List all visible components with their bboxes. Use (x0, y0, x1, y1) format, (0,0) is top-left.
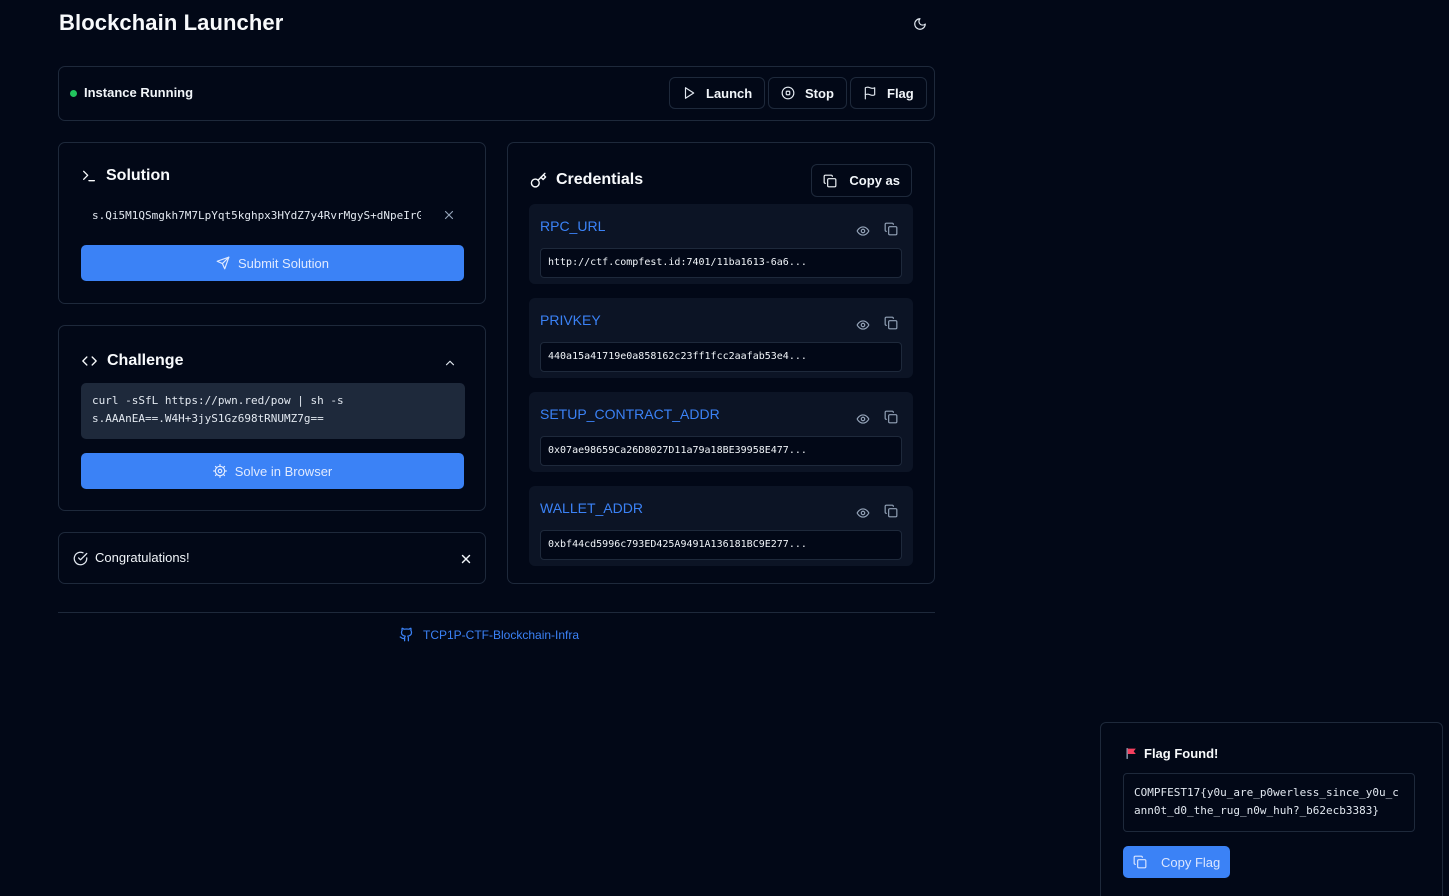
credential-privkey: PRIVKEY 440a15a41719e0a858162c23ff1fcc2a… (529, 298, 913, 378)
eye-icon[interactable] (856, 412, 870, 426)
copy-as-label: Copy as (849, 173, 900, 188)
gear-icon (212, 464, 227, 478)
credential-rpc-url: RPC_URL http://ctf.compfest.id:7401/11ba… (529, 204, 913, 284)
flag-icon (1126, 748, 1136, 759)
stop-circle-icon (781, 86, 795, 100)
solution-title: Solution (106, 167, 170, 184)
launch-button[interactable]: Launch (669, 77, 766, 109)
footer-divider (58, 612, 935, 613)
copy-icon (1133, 855, 1147, 869)
solve-in-browser-label: Solve in Browser (234, 463, 333, 479)
flag-button-label: Flag (887, 85, 914, 101)
solve-in-browser-button[interactable]: Solve in Browser (81, 453, 464, 489)
credential-wallet-addr: WALLET_ADDR 0xbf44cd5996c793ED425A9491A1… (529, 486, 913, 566)
code-icon (82, 356, 97, 366)
congratulations-alert: Congratulations! (58, 532, 486, 584)
flag-value[interactable]: COMPFEST17{y0u_are_p0werless_since_y0u_c… (1123, 773, 1415, 832)
toast-title: Flag Found! (1144, 746, 1219, 761)
credential-label: PRIVKEY (540, 312, 601, 328)
solution-input-value: s.Qi5M1QSmgkh7M7LpYqt5kghpx3HYdZ7y4RvrMg… (92, 208, 421, 222)
github-repo-link-text: TCP1P-CTF-Blockchain-Infra (423, 627, 580, 642)
play-icon (684, 87, 695, 99)
challenge-command: curl -sSfL https://pwn.red/pow | sh -s s.… (81, 383, 465, 439)
challenge-command-line-2: s.AAAnEA==.W4H+3jyS1Gz698tRNUMZ7g== (92, 412, 324, 425)
credentials-card: Credentials Copy as RPC_URL http://ctf.c… (507, 142, 935, 584)
launch-button-label: Launch (706, 85, 753, 101)
eye-icon[interactable] (856, 224, 870, 238)
copy-icon[interactable] (884, 504, 898, 518)
challenge-card: Challenge curl -sSfL https://pwn.red/pow… (58, 325, 486, 511)
submit-solution-button[interactable]: Submit Solution (81, 245, 464, 281)
credential-value[interactable]: 440a15a41719e0a858162c23ff1fcc2aafab53e4… (540, 342, 902, 372)
solution-heading: Solution (81, 167, 170, 185)
credentials-title: Credentials (556, 171, 644, 188)
challenge-heading: Challenge (81, 352, 183, 370)
copy-icon[interactable] (884, 410, 898, 424)
copy-icon[interactable] (884, 316, 898, 330)
status-text: Instance Running (84, 85, 194, 100)
terminal-icon (83, 170, 95, 182)
toast-heading: Flag Found! (1125, 746, 1218, 761)
chevron-up-icon[interactable] (443, 356, 457, 370)
close-icon[interactable] (442, 208, 456, 222)
credential-value[interactable]: 0xbf44cd5996c793ED425A9491A136181BC9E277… (540, 530, 902, 560)
github-icon (399, 627, 413, 642)
credential-label: WALLET_ADDR (540, 500, 643, 516)
submit-solution-label: Submit Solution (237, 255, 330, 271)
copy-icon[interactable] (884, 222, 898, 236)
check-circle-icon (73, 551, 88, 566)
eye-icon[interactable] (856, 506, 870, 520)
flag-button[interactable]: Flag (850, 77, 927, 109)
copy-as-button[interactable]: Copy as (811, 164, 912, 197)
flag-found-toast: Flag Found! COMPFEST17{y0u_are_p0werless… (1100, 722, 1443, 896)
solution-card: Solution s.Qi5M1QSmgkh7M7LpYqt5kghpx3HYd… (58, 142, 486, 304)
flag-icon (864, 86, 876, 100)
instance-status-bar: Instance Running Launch Stop Flag (58, 66, 935, 121)
eye-icon[interactable] (856, 318, 870, 332)
github-repo-link[interactable]: TCP1P-CTF-Blockchain-Infra (399, 627, 579, 642)
stop-button[interactable]: Stop (768, 77, 847, 109)
copy-icon (824, 174, 837, 187)
copy-flag-label: Copy Flag (1161, 854, 1221, 870)
stop-button-label: Stop (805, 85, 834, 101)
app-title: Blockchain Launcher (59, 10, 284, 35)
moon-icon (914, 18, 926, 30)
credential-setup-contract-addr: SETUP_CONTRACT_ADDR 0x07ae98659Ca26D8027… (529, 392, 913, 472)
credential-value[interactable]: http://ctf.compfest.id:7401/11ba1613-6a6… (540, 248, 902, 278)
challenge-command-line-1: curl -sSfL https://pwn.red/pow | sh -s (92, 394, 344, 407)
credential-value[interactable]: 0x07ae98659Ca26D8027D11a79a18BE39958E477… (540, 436, 902, 466)
credentials-heading: Credentials (530, 171, 643, 189)
copy-flag-button[interactable]: Copy Flag (1123, 846, 1231, 878)
congratulations-text: Congratulations! (95, 550, 190, 565)
theme-toggle-button[interactable] (908, 12, 932, 36)
credential-label: RPC_URL (540, 218, 606, 234)
send-icon (216, 256, 230, 270)
solution-input[interactable]: s.Qi5M1QSmgkh7M7LpYqt5kghpx3HYdZ7y4RvrMg… (81, 203, 466, 227)
status-indicator-dot (70, 90, 77, 97)
challenge-title: Challenge (107, 352, 184, 369)
credential-label: SETUP_CONTRACT_ADDR (540, 406, 720, 422)
close-icon[interactable] (459, 552, 473, 566)
key-icon (530, 172, 547, 188)
